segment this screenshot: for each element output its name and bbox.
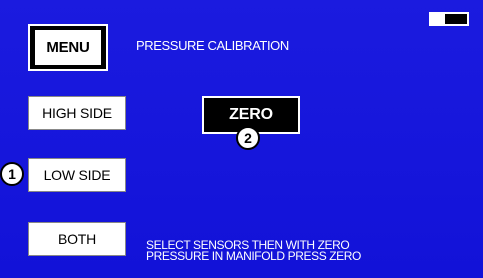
instructions-line-2: PRESSURE IN MANIFOLD PRESS ZERO — [146, 249, 361, 263]
high-side-button[interactable]: HIGH SIDE — [28, 96, 126, 130]
status-indicator-fill — [431, 14, 445, 24]
instructions-text: SELECT SENSORS THEN WITH ZERO PRESSURE I… — [146, 239, 361, 263]
page-title: PRESSURE CALIBRATION — [136, 38, 289, 53]
status-indicator-icon — [429, 12, 469, 26]
callout-marker-1: 1 — [0, 162, 24, 186]
both-button[interactable]: BOTH — [28, 222, 126, 256]
callout-marker-2: 2 — [236, 126, 260, 150]
low-side-button[interactable]: LOW SIDE — [28, 158, 126, 192]
menu-button-label: MENU — [35, 30, 101, 65]
menu-button[interactable]: MENU — [28, 24, 108, 71]
